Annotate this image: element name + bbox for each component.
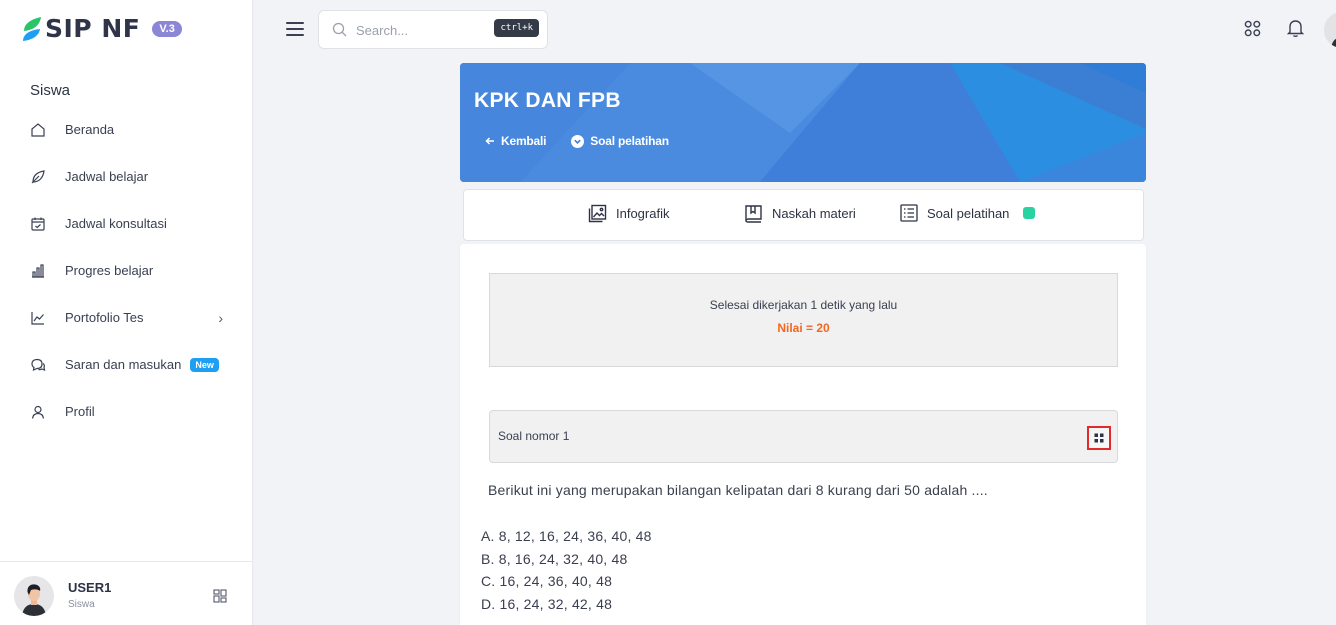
sidebar-item-beranda[interactable]: Beranda <box>0 106 253 153</box>
search-shortcut-badge: ctrl+k <box>494 19 539 37</box>
question-navigator-button[interactable] <box>1087 426 1111 450</box>
page-banner: KPK DAN FPB Kembali Soal pelatihan <box>460 63 1146 182</box>
sidebar-item-jadwal-konsultasi[interactable]: Jadwal konsultasi <box>0 200 253 247</box>
logo-text: SIP NF <box>45 14 141 43</box>
question-number: Soal nomor 1 <box>498 429 570 443</box>
image-icon <box>588 204 607 223</box>
sidebar-item-label: Jadwal belajar <box>65 169 149 184</box>
app-logo[interactable]: SIP NF V.3 <box>22 14 182 43</box>
sidebar-nav: Beranda Jadwal belajar Jadwal konsultasi… <box>0 106 253 435</box>
back-label: Kembali <box>501 134 547 148</box>
sidebar-item-profil[interactable]: Profil <box>0 388 253 435</box>
bar-chart-icon <box>29 262 47 280</box>
leaf-icon <box>29 168 47 186</box>
new-badge: New <box>190 357 219 372</box>
question-text: Berikut ini yang merupakan bilangan keli… <box>488 482 988 498</box>
sidebar-item-label: Beranda <box>65 122 115 137</box>
apps-grid-icon[interactable] <box>1244 20 1261 42</box>
question-header: Soal nomor 1 <box>489 410 1118 463</box>
sidebar-item-saran-dan-masukan[interactable]: Saran dan masukan New <box>0 341 253 388</box>
option-a[interactable]: A. 8, 12, 16, 24, 36, 40, 48 <box>481 528 652 551</box>
sidebar-item-label: Portofolio Tes <box>65 310 144 325</box>
material-tabs: Infografik Naskah materi Soal pelatihan <box>463 189 1144 241</box>
tab-label: Infografik <box>616 206 670 221</box>
user-icon <box>29 403 47 421</box>
back-link[interactable]: Kembali <box>485 134 546 148</box>
search-icon <box>332 22 347 42</box>
calendar-check-icon <box>29 215 47 233</box>
sidebar-item-label: Profil <box>65 404 95 419</box>
result-summary: Selesai dikerjakan 1 detik yang lalu Nil… <box>489 273 1118 367</box>
dropdown-label: Soal pelatihan <box>590 134 669 148</box>
bell-icon[interactable] <box>1286 18 1305 43</box>
sidebar-user-panel: USER1 Siswa <box>0 561 253 625</box>
line-chart-icon <box>29 309 47 327</box>
quiz-panel: Selesai dikerjakan 1 detik yang lalu Nil… <box>460 244 1146 625</box>
tab-soal-pelatihan[interactable]: Soal pelatihan <box>900 204 1036 222</box>
option-b[interactable]: B. 8, 16, 24, 32, 40, 48 <box>481 551 652 574</box>
chevron-right-icon: › <box>218 310 223 326</box>
active-indicator <box>1023 207 1036 219</box>
switch-icon[interactable] <box>213 589 227 608</box>
tab-infografik[interactable]: Infografik <box>588 204 669 223</box>
sidebar-section-title: Siswa <box>30 82 71 99</box>
home-icon <box>29 121 47 139</box>
book-icon <box>744 204 763 223</box>
user-role: Siswa <box>68 599 95 610</box>
banner-actions: Kembali Soal pelatihan <box>485 134 669 148</box>
page-title: KPK DAN FPB <box>474 89 621 112</box>
tab-label: Naskah materi <box>772 206 856 221</box>
sidebar: SIP NF V.3 Siswa Beranda Jadwal belajar … <box>0 0 253 625</box>
score-value: Nilai = 20 <box>777 321 830 335</box>
user-name: USER1 <box>68 580 112 595</box>
chat-icon <box>29 356 47 374</box>
sidebar-item-portofolio-tes[interactable]: Portofolio Tes › <box>0 294 253 341</box>
answer-options: A. 8, 12, 16, 24, 36, 40, 48 B. 8, 16, 2… <box>481 528 652 618</box>
leaf-logo-icon <box>23 16 41 41</box>
sidebar-item-label: Jadwal konsultasi <box>65 216 167 231</box>
search-input[interactable] <box>356 20 496 40</box>
sidebar-item-label: Saran dan masukan <box>65 357 182 372</box>
menu-toggle-icon[interactable] <box>286 22 304 40</box>
topbar-actions <box>1186 12 1336 48</box>
list-icon <box>900 204 918 222</box>
tab-naskah-materi[interactable]: Naskah materi <box>744 204 856 223</box>
banner-background <box>460 63 1146 182</box>
search-box: ctrl+k <box>318 10 548 49</box>
avatar[interactable] <box>14 576 54 616</box>
section-dropdown[interactable]: Soal pelatihan <box>571 134 669 148</box>
chevron-down-circle-icon <box>571 134 585 148</box>
sidebar-item-jadwal-belajar[interactable]: Jadwal belajar <box>0 153 253 200</box>
option-c[interactable]: C. 16, 24, 36, 40, 48 <box>481 573 652 596</box>
grid-icon <box>1094 433 1104 443</box>
version-badge: V.3 <box>152 20 182 37</box>
arrow-left-icon <box>485 136 495 146</box>
completion-status: Selesai dikerjakan 1 detik yang lalu <box>709 298 898 312</box>
profile-avatar[interactable] <box>1324 12 1336 48</box>
sidebar-item-label: Progres belajar <box>65 263 154 278</box>
option-d[interactable]: D. 16, 24, 32, 42, 48 <box>481 596 652 619</box>
sidebar-item-progres-belajar[interactable]: Progres belajar <box>0 247 253 294</box>
tab-label: Soal pelatihan <box>927 205 1010 221</box>
